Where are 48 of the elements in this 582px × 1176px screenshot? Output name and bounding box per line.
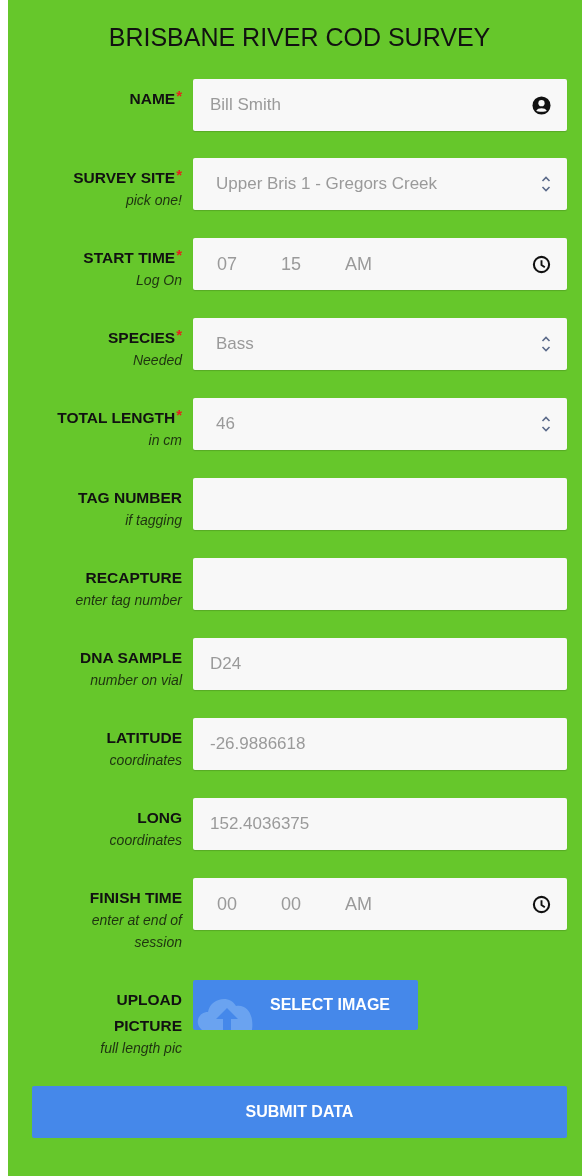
field-label: NAME bbox=[129, 90, 176, 107]
text-field[interactable]: Bill Smith bbox=[193, 79, 567, 131]
field-hint: coordinates bbox=[109, 831, 182, 850]
chevron-icon bbox=[541, 175, 551, 193]
chevron-icon bbox=[541, 415, 551, 433]
text-field[interactable] bbox=[193, 558, 567, 610]
field-hint: in cm bbox=[147, 431, 182, 450]
field-label: LONG bbox=[137, 809, 182, 826]
field-hint: Log On bbox=[135, 271, 182, 290]
clock-icon bbox=[532, 254, 551, 274]
text-field[interactable]: 152.4036375 bbox=[193, 798, 567, 850]
field-label: DNA SAMPLE bbox=[80, 649, 182, 666]
field-label: TOTAL LENGTH bbox=[57, 409, 176, 426]
field-hint: pick one! bbox=[124, 191, 182, 210]
required-asterisk: * bbox=[176, 326, 182, 343]
field-label: FINISH TIME bbox=[89, 889, 182, 906]
field-hint: enter at end of session bbox=[90, 911, 182, 952]
text-field[interactable]: D24 bbox=[193, 638, 567, 690]
clock-icon bbox=[532, 894, 551, 914]
text-field[interactable] bbox=[193, 478, 567, 530]
field-hint: number on vial bbox=[89, 671, 182, 690]
chevron-icon bbox=[541, 335, 551, 353]
field-label: TAG NUMBER bbox=[78, 489, 182, 506]
select-field[interactable]: 46 bbox=[193, 398, 567, 450]
field-label: UPLOAD PICTURE bbox=[113, 991, 182, 1034]
field-hint: full length pic bbox=[99, 1039, 182, 1058]
field-label: START TIME bbox=[83, 249, 176, 266]
time-field[interactable]: 07 15 AM bbox=[193, 238, 567, 290]
time-field[interactable]: 00 00 AM bbox=[193, 878, 567, 930]
field-hint: coordinates bbox=[108, 751, 182, 770]
select-image-button[interactable]: SELECT IMAGE bbox=[193, 980, 418, 1030]
required-asterisk: * bbox=[176, 166, 182, 183]
form-title: BRISBANE RIVER COD SURVEY bbox=[107, 22, 492, 52]
text-field[interactable]: -26.9886618 bbox=[193, 718, 567, 770]
field-hint: enter tag number bbox=[75, 591, 182, 610]
field-hint: Needed bbox=[131, 351, 182, 370]
field-hint: if tagging bbox=[124, 511, 182, 530]
field-label: LATITUDE bbox=[106, 729, 182, 746]
required-asterisk: * bbox=[176, 406, 182, 423]
submit-button[interactable]: SUBMIT DATA bbox=[32, 1086, 567, 1138]
field-label: RECAPTURE bbox=[85, 569, 182, 586]
field-label: SURVEY SITE bbox=[73, 169, 176, 186]
person-icon bbox=[532, 95, 551, 115]
select-field[interactable]: Bass bbox=[193, 318, 567, 370]
required-asterisk: * bbox=[176, 246, 182, 263]
field-label: SPECIES bbox=[107, 329, 176, 346]
required-asterisk: * bbox=[176, 87, 182, 104]
select-field[interactable]: Upper Bris 1 - Gregors Creek bbox=[193, 158, 567, 210]
